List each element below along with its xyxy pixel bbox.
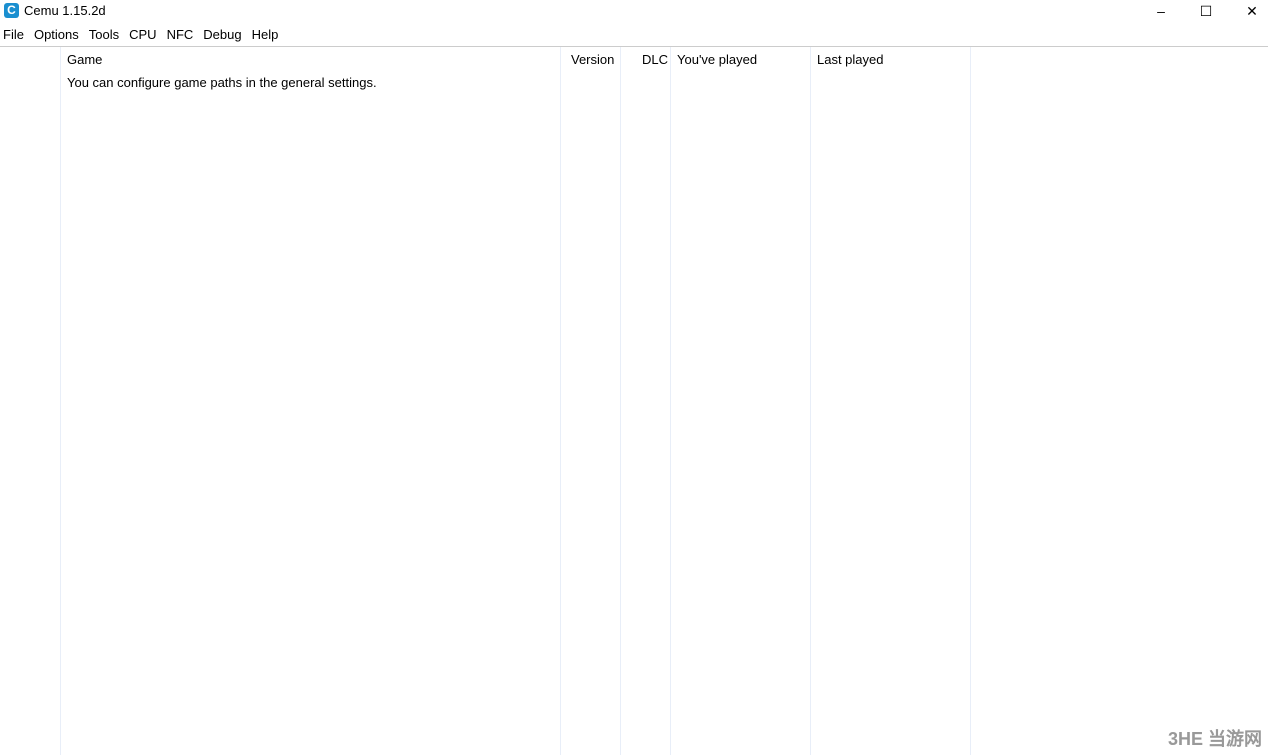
watermark-logo: 3HE 当游网: [1167, 729, 1262, 749]
column-last-played: [811, 47, 971, 755]
window-title: Cemu 1.15.2d: [24, 3, 106, 18]
column-game: [61, 47, 561, 755]
menu-bar: File Options Tools CPU NFC Debug Help: [0, 22, 1268, 47]
empty-list-message: You can configure game paths in the gene…: [67, 75, 377, 90]
menu-options[interactable]: Options: [31, 27, 86, 42]
column-icon: [0, 47, 61, 755]
menu-help[interactable]: Help: [249, 27, 286, 42]
header-version[interactable]: Version: [571, 52, 614, 67]
menu-debug[interactable]: Debug: [200, 27, 248, 42]
close-button[interactable]: ✕: [1229, 0, 1268, 22]
title-bar: C Cemu 1.15.2d – ☐ ✕: [0, 0, 1268, 22]
column-version: [561, 47, 621, 755]
header-game[interactable]: Game: [67, 52, 102, 67]
minimize-button[interactable]: –: [1138, 0, 1184, 22]
header-youve-played[interactable]: You've played: [677, 52, 757, 67]
game-list[interactable]: Game Version DLC You've played Last play…: [0, 47, 1268, 755]
menu-tools[interactable]: Tools: [86, 27, 126, 42]
menu-file[interactable]: File: [0, 27, 31, 42]
menu-cpu[interactable]: CPU: [126, 27, 163, 42]
maximize-button[interactable]: ☐: [1183, 0, 1229, 22]
cemu-app-icon: C: [4, 3, 19, 18]
header-dlc[interactable]: DLC: [642, 52, 668, 67]
column-dlc: [621, 47, 671, 755]
header-last-played[interactable]: Last played: [817, 52, 884, 67]
column-played: [671, 47, 811, 755]
menu-nfc[interactable]: NFC: [164, 27, 201, 42]
